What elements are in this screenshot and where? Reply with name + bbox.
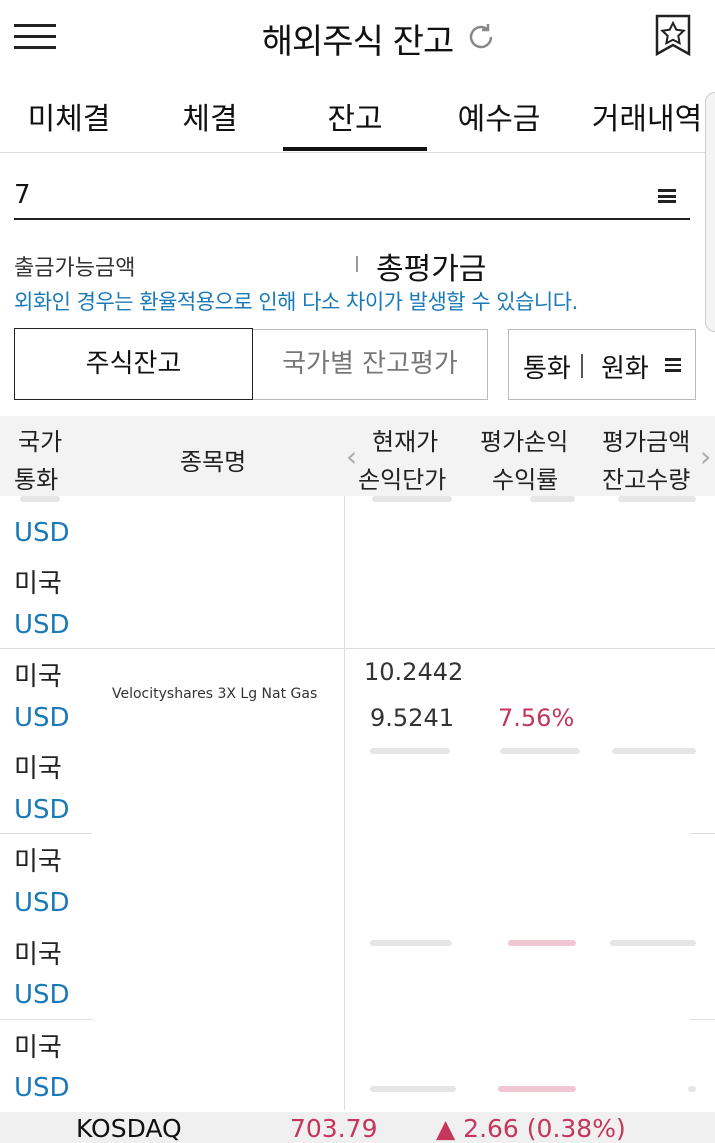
tab-deposit[interactable]: 예수금 xyxy=(444,94,554,138)
total-eval-label: 총평가금 xyxy=(376,252,487,287)
currency-cell: USD xyxy=(14,980,70,1010)
column-divider xyxy=(344,496,345,1110)
ticker-change: ▲ 2.66 (0.38%) xyxy=(436,1114,626,1143)
avg-price: 9.5241 xyxy=(370,704,454,732)
header-currency: 통화 xyxy=(14,466,59,494)
active-tab-indicator xyxy=(283,147,427,151)
country-cell: 미국 xyxy=(14,1033,62,1063)
country-cell: 미국 xyxy=(14,940,62,970)
currency-cell: USD xyxy=(14,610,70,640)
clipped-text xyxy=(370,748,450,754)
country-cell: 미국 xyxy=(14,662,62,692)
clipped-text xyxy=(612,748,696,754)
row-divider xyxy=(0,833,92,834)
currency-cell: USD xyxy=(14,518,70,548)
country-cell: 미국 xyxy=(14,754,62,784)
stock-name[interactable]: Velocityshares 3X Lg Nat Gas xyxy=(112,686,317,702)
header-return-rate: 수익률 xyxy=(492,466,559,494)
clipped-text xyxy=(370,1086,456,1092)
tab-unfilled[interactable]: 미체결 xyxy=(14,94,124,138)
tab-balance[interactable]: 잔고 xyxy=(283,94,427,138)
ticker-value: 703.79 xyxy=(290,1114,378,1143)
clipped-text xyxy=(498,1086,576,1092)
clipped-text xyxy=(500,748,580,754)
scroll-handle[interactable] xyxy=(705,92,715,332)
tab-history[interactable]: 거래내역 xyxy=(582,94,712,138)
page-title: 해외주식 잔고 xyxy=(261,22,454,62)
divider xyxy=(581,354,583,378)
account-number: 7 xyxy=(14,180,31,210)
currency-label: 통화 xyxy=(523,354,571,384)
index-ticker[interactable]: KOSDAQ 703.79 ▲ 2.66 (0.38%) xyxy=(0,1112,715,1143)
return-rate: 7.56% xyxy=(498,704,575,732)
clipped-text xyxy=(372,496,452,502)
withdrawable-label: 출금가능금액 xyxy=(14,256,136,281)
chevron-right-icon[interactable]: › xyxy=(700,440,711,473)
account-selector[interactable]: 7 xyxy=(14,170,690,220)
currency-cell: USD xyxy=(14,703,70,733)
table-header: 국가 통화 종목명 ‹ 현재가 손익단가 평가손익 수익률 평가금액 잔고수량 … xyxy=(0,416,715,496)
tab-bar: 미체결 체결 잔고 예수금 거래내역 xyxy=(0,86,715,153)
country-eval-button[interactable]: 국가별 잔고평가 xyxy=(253,329,488,400)
exchange-notice: 외화인 경우는 환율적용으로 인해 다소 차이가 발생할 수 있습니다. xyxy=(14,290,578,314)
bookmark-star-icon[interactable] xyxy=(654,14,692,57)
clipped-text xyxy=(508,940,576,946)
clipped-text xyxy=(370,940,452,946)
ticker-index-name: KOSDAQ xyxy=(76,1114,182,1143)
refresh-icon[interactable] xyxy=(466,22,496,52)
header-current-price: 현재가 xyxy=(372,428,439,456)
country-cell: 미국 xyxy=(14,569,62,599)
currency-cell: USD xyxy=(14,795,70,825)
country-cell: 미국 xyxy=(14,847,62,877)
stock-balance-button[interactable]: 주식잔고 xyxy=(14,328,253,400)
tab-filled[interactable]: 체결 xyxy=(160,94,260,138)
currency-toggle[interactable]: 통화 원화 xyxy=(508,329,696,400)
clipped-text xyxy=(20,496,60,502)
current-price: 10.2442 xyxy=(364,658,464,686)
header-country: 국가 xyxy=(18,428,63,456)
divider xyxy=(356,256,358,272)
row-divider xyxy=(0,648,715,649)
chevron-left-icon[interactable]: ‹ xyxy=(346,440,357,473)
header-avg-price: 손익단가 xyxy=(358,466,447,494)
won-label: 원화 xyxy=(601,354,649,384)
list-icon[interactable] xyxy=(665,358,681,372)
currency-cell: USD xyxy=(14,1073,70,1103)
list-icon[interactable] xyxy=(658,189,676,203)
header-name: 종목명 xyxy=(180,448,247,476)
row-divider xyxy=(690,1019,715,1020)
clipped-text xyxy=(618,496,696,502)
clipped-text xyxy=(610,940,696,946)
header-qty: 잔고수량 xyxy=(602,466,691,494)
row-divider xyxy=(0,1019,92,1020)
header-eval-pl: 평가손익 xyxy=(480,428,569,456)
clipped-text xyxy=(688,1086,696,1092)
row-divider xyxy=(690,833,715,834)
clipped-text xyxy=(530,496,575,502)
currency-cell: USD xyxy=(14,888,70,918)
header-eval-amount: 평가금액 xyxy=(602,428,691,456)
